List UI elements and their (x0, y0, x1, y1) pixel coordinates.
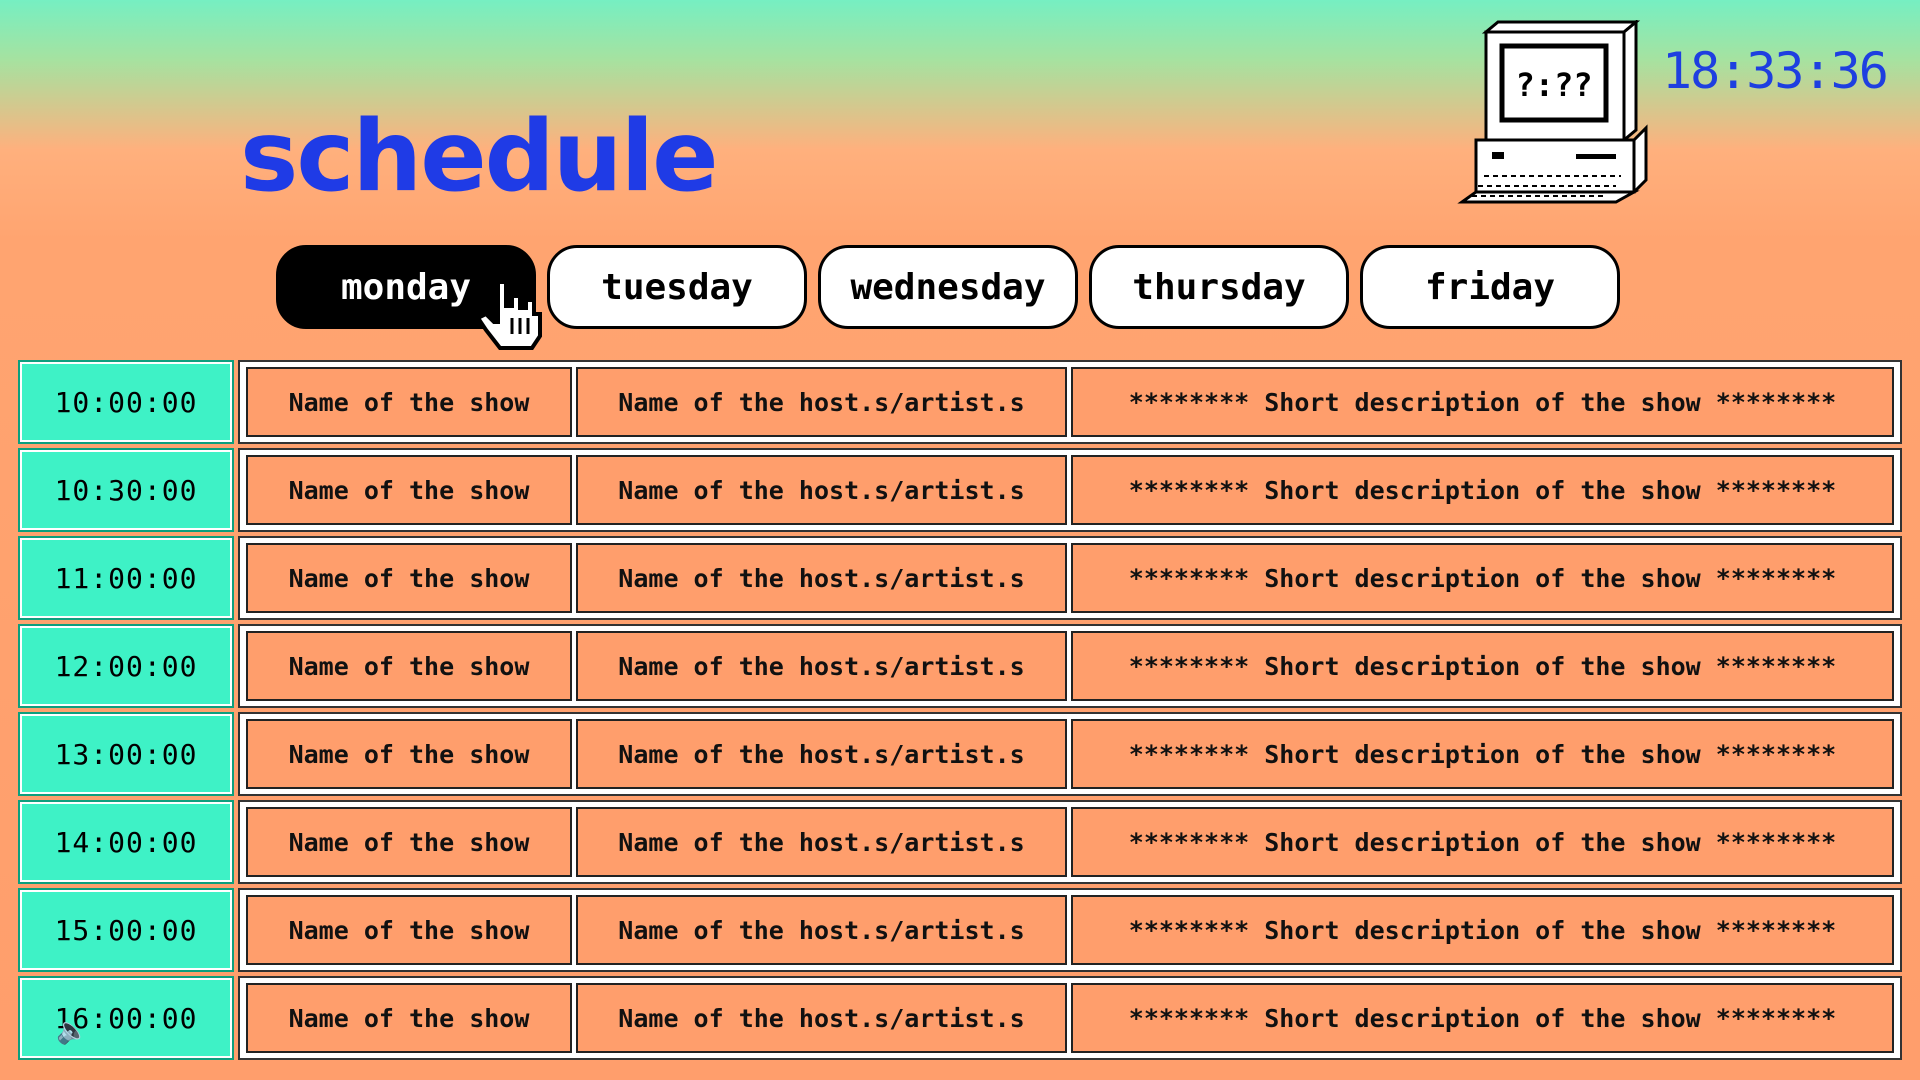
show-host: Name of the host.s/artist.s (576, 543, 1067, 613)
schedule-table: 10:00:00 Name of the show Name of the ho… (18, 360, 1902, 1064)
show-host: Name of the host.s/artist.s (576, 455, 1067, 525)
volume-icon[interactable]: 🔈 (56, 1016, 88, 1046)
show-host: Name of the host.s/artist.s (576, 807, 1067, 877)
show-description: ******** Short description of the show *… (1071, 983, 1894, 1053)
clock-display: 18:33:36 (1662, 42, 1889, 100)
show-description: ******** Short description of the show *… (1071, 367, 1894, 437)
show-entry[interactable]: Name of the show Name of the host.s/arti… (238, 536, 1902, 620)
tab-tuesday[interactable]: tuesday (547, 245, 807, 329)
show-host: Name of the host.s/artist.s (576, 895, 1067, 965)
schedule-row: 13:00:00 Name of the show Name of the ho… (18, 712, 1902, 796)
show-entry[interactable]: Name of the show Name of the host.s/arti… (238, 360, 1902, 444)
show-host: Name of the host.s/artist.s (576, 367, 1067, 437)
time-cell: 11:00:00 (18, 536, 234, 620)
tab-friday[interactable]: friday (1360, 245, 1620, 329)
show-name: Name of the show (246, 719, 572, 789)
show-entry[interactable]: Name of the show Name of the host.s/arti… (238, 448, 1902, 532)
show-name: Name of the show (246, 895, 572, 965)
time-cell: 16:00:00 (18, 976, 234, 1060)
time-cell: 14:00:00 (18, 800, 234, 884)
show-description: ******** Short description of the show *… (1071, 807, 1894, 877)
tab-thursday[interactable]: thursday (1089, 245, 1349, 329)
show-host: Name of the host.s/artist.s (576, 631, 1067, 701)
time-cell: 15:00:00 (18, 888, 234, 972)
time-cell: 12:00:00 (18, 624, 234, 708)
time-cell: 10:00:00 (18, 360, 234, 444)
schedule-row: 10:00:00 Name of the show Name of the ho… (18, 360, 1902, 444)
show-description: ******** Short description of the show *… (1071, 631, 1894, 701)
show-host: Name of the host.s/artist.s (576, 983, 1067, 1053)
time-cell: 10:30:00 (18, 448, 234, 532)
time-cell: 13:00:00 (18, 712, 234, 796)
schedule-row: 12:00:00 Name of the show Name of the ho… (18, 624, 1902, 708)
computer-screen-text: ?:?? (1515, 66, 1592, 104)
show-name: Name of the show (246, 631, 572, 701)
show-description: ******** Short description of the show *… (1071, 455, 1894, 525)
show-description: ******** Short description of the show *… (1071, 719, 1894, 789)
computer-icon: ?:?? (1457, 20, 1648, 204)
schedule-row: 16:00:00 Name of the show Name of the ho… (18, 976, 1902, 1060)
show-name: Name of the show (246, 455, 572, 525)
show-name: Name of the show (246, 367, 572, 437)
show-entry[interactable]: Name of the show Name of the host.s/arti… (238, 712, 1902, 796)
show-name: Name of the show (246, 983, 572, 1053)
show-entry[interactable]: Name of the show Name of the host.s/arti… (238, 800, 1902, 884)
schedule-row: 14:00:00 Name of the show Name of the ho… (18, 800, 1902, 884)
show-entry[interactable]: Name of the show Name of the host.s/arti… (238, 976, 1902, 1060)
show-host: Name of the host.s/artist.s (576, 719, 1067, 789)
show-description: ******** Short description of the show *… (1071, 895, 1894, 965)
show-name: Name of the show (246, 543, 572, 613)
schedule-row: 10:30:00 Name of the show Name of the ho… (18, 448, 1902, 532)
pointer-hand-icon (475, 280, 542, 350)
show-entry[interactable]: Name of the show Name of the host.s/arti… (238, 624, 1902, 708)
schedule-row: 15:00:00 Name of the show Name of the ho… (18, 888, 1902, 972)
show-description: ******** Short description of the show *… (1071, 543, 1894, 613)
show-name: Name of the show (246, 807, 572, 877)
schedule-row: 11:00:00 Name of the show Name of the ho… (18, 536, 1902, 620)
tab-wednesday[interactable]: wednesday (818, 245, 1078, 329)
page-title: schedule (240, 100, 719, 214)
show-entry[interactable]: Name of the show Name of the host.s/arti… (238, 888, 1902, 972)
